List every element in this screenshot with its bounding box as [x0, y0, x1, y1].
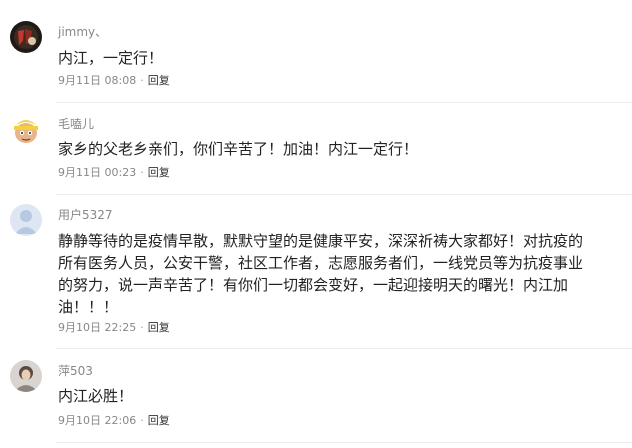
- cartoon-avatar-icon: [10, 113, 42, 145]
- divider: [56, 442, 632, 443]
- dark-photo-avatar-icon: [10, 21, 42, 53]
- comment-text-line: 油！！！: [58, 298, 119, 316]
- timestamp: 9月11日 08:08: [58, 74, 137, 87]
- comment-text: 内江，一定行！: [58, 47, 624, 69]
- reply-button[interactable]: 回复: [148, 74, 170, 87]
- reply-button[interactable]: 回复: [148, 414, 170, 427]
- timestamp: 9月10日 22:06: [58, 414, 137, 427]
- comment-text: 家乡的父老乡亲们，你们辛苦了！加油！内江一定行！: [58, 138, 624, 160]
- timestamp: 9月11日 00:23: [58, 166, 137, 179]
- comment-meta: 9月11日 00:23 · 回复: [58, 166, 170, 180]
- reply-button[interactable]: 回复: [148, 321, 170, 334]
- comment-text-line: 所有医务人员，公安干警，社区工作者，志愿服务者们，一线党员等为抗疫事业: [58, 254, 584, 272]
- username[interactable]: jimmy、: [58, 24, 107, 40]
- separator: ·: [140, 321, 144, 334]
- avatar[interactable]: [10, 204, 42, 236]
- comment-meta: 9月11日 08:08 · 回复: [58, 74, 170, 88]
- comment-text-line: 家乡的父老乡亲们，你们辛苦了！加油！内江一定行！: [58, 140, 419, 158]
- default-user-avatar-icon: [10, 204, 42, 236]
- timestamp: 9月10日 22:25: [58, 321, 137, 334]
- username[interactable]: 用户5327: [58, 207, 113, 223]
- comment-text: 内江必胜！: [58, 385, 624, 407]
- avatar[interactable]: [10, 360, 42, 392]
- comment-text-line: 的努力，说一声辛苦了！有你们一切都会变好，一起迎接明天的曙光！内江加: [58, 276, 569, 294]
- comment-meta: 9月10日 22:06 · 回复: [58, 414, 170, 428]
- separator: ·: [140, 166, 144, 179]
- reply-button[interactable]: 回复: [148, 166, 170, 179]
- divider: [56, 348, 632, 349]
- comment-text-line: 静静等待的是疫情早散，默默守望的是健康平安，深深祈祷大家都好！对抗疫的: [58, 232, 584, 250]
- separator: ·: [140, 414, 144, 427]
- comment-text-line: 内江，一定行！: [58, 49, 164, 67]
- comment-text-line: 内江必胜！: [58, 387, 134, 405]
- comment-meta: 9月10日 22:25 · 回复: [58, 321, 170, 335]
- username[interactable]: 毛嗑儿: [58, 116, 94, 132]
- avatar[interactable]: [10, 21, 42, 53]
- photo-avatar-icon: [10, 360, 42, 392]
- comment-text: 静静等待的是疫情早散，默默守望的是健康平安，深深祈祷大家都好！对抗疫的 所有医务…: [58, 230, 624, 318]
- avatar[interactable]: [10, 113, 42, 145]
- divider: [56, 194, 632, 195]
- separator: ·: [140, 74, 144, 87]
- username[interactable]: 萍503: [58, 363, 93, 379]
- divider: [56, 102, 632, 103]
